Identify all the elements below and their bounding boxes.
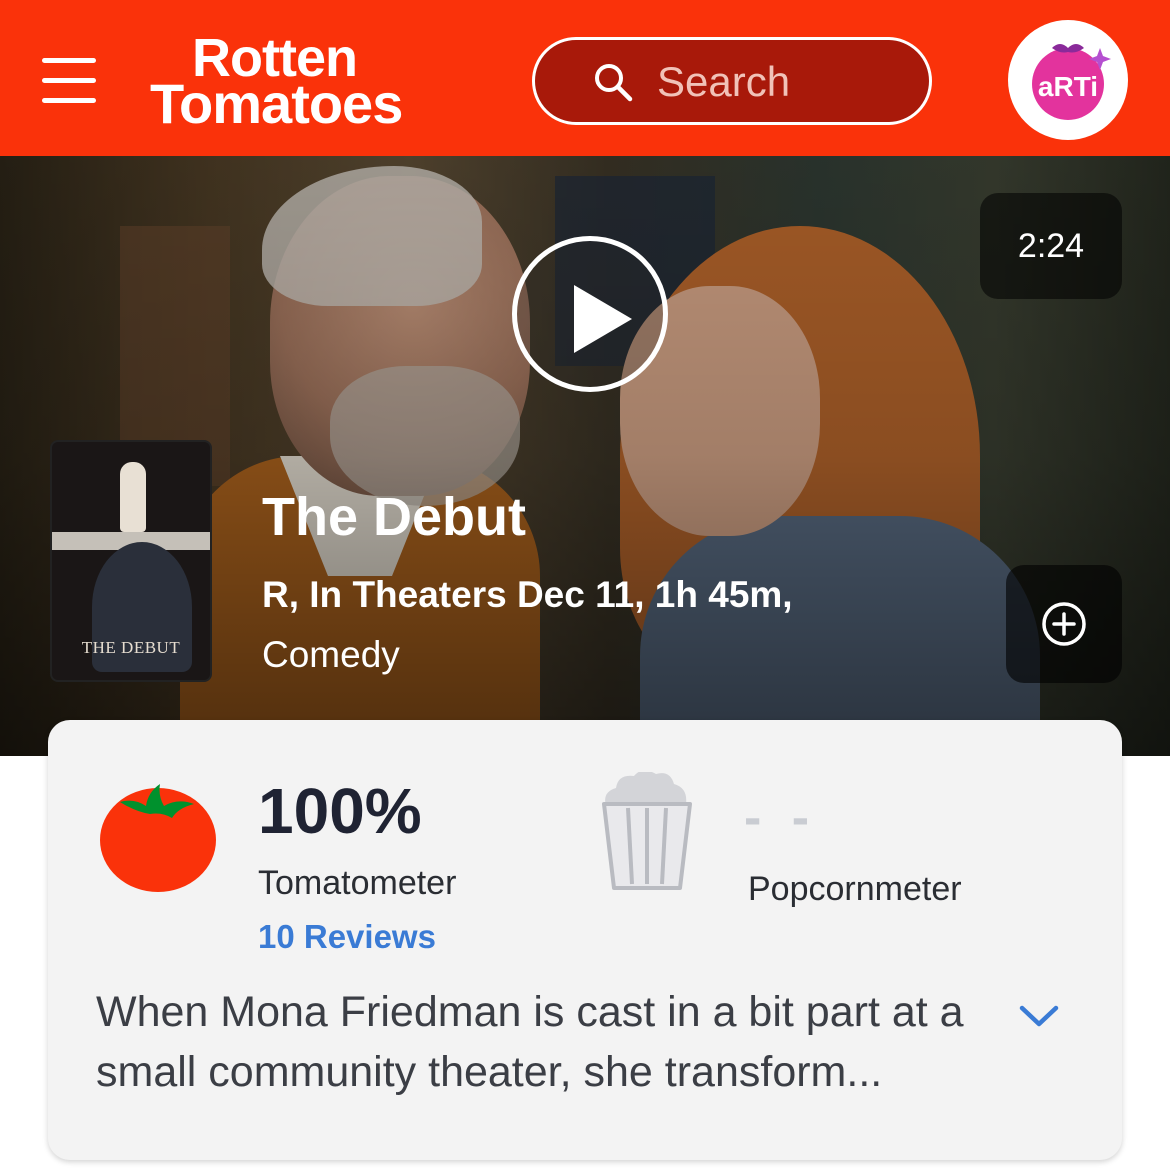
poster-figure <box>120 462 146 532</box>
reviews-link[interactable]: 10 Reviews <box>258 918 436 956</box>
video-duration: 2:24 <box>980 193 1122 299</box>
arti-logo-icon: aRTi <box>1032 44 1111 120</box>
tomatometer-label: Tomatometer <box>258 864 457 902</box>
logo-line-2: Tomatoes <box>150 72 403 135</box>
popcorn-bucket-icon <box>602 772 692 890</box>
hero-video[interactable]: 2:24 THE DEBUT The Debut R, In Theaters … <box>0 156 1170 756</box>
avatar-label: aRTi <box>1038 71 1098 102</box>
score-card: 100% Tomatometer 10 Reviews - - Popcornm… <box>48 720 1122 1160</box>
arti-avatar[interactable]: aRTi <box>1008 20 1128 140</box>
movie-poster[interactable]: THE DEBUT <box>50 440 212 682</box>
menu-icon[interactable] <box>42 58 96 104</box>
play-button[interactable] <box>512 236 668 392</box>
popcornmeter-score: - - <box>744 789 818 847</box>
search-placeholder: Search <box>657 58 791 105</box>
poster-title: THE DEBUT <box>81 638 181 657</box>
play-icon <box>574 285 632 353</box>
movie-title: The Debut <box>262 487 526 547</box>
movie-genre: Comedy <box>262 634 400 675</box>
fresh-tomato-icon <box>100 784 216 892</box>
add-to-watchlist-button[interactable] <box>1006 565 1122 683</box>
synopsis-text[interactable]: When Mona Friedman is cast in a bit part… <box>96 982 996 1102</box>
search-bar[interactable]: Search <box>532 37 932 125</box>
top-bar: Rotten Tomatoes Search aRTi <box>0 0 1170 156</box>
rotten-tomatoes-logo[interactable]: Rotten Tomatoes <box>150 31 480 135</box>
search-icon <box>595 64 633 102</box>
plus-circle-icon <box>1042 602 1086 646</box>
popcornmeter-label: Popcornmeter <box>748 870 962 908</box>
movie-meta: R, In Theaters Dec 11, 1h 45m, <box>262 574 793 615</box>
tomatometer-score: 100% <box>258 775 422 847</box>
chevron-down-icon[interactable] <box>1018 1000 1060 1030</box>
